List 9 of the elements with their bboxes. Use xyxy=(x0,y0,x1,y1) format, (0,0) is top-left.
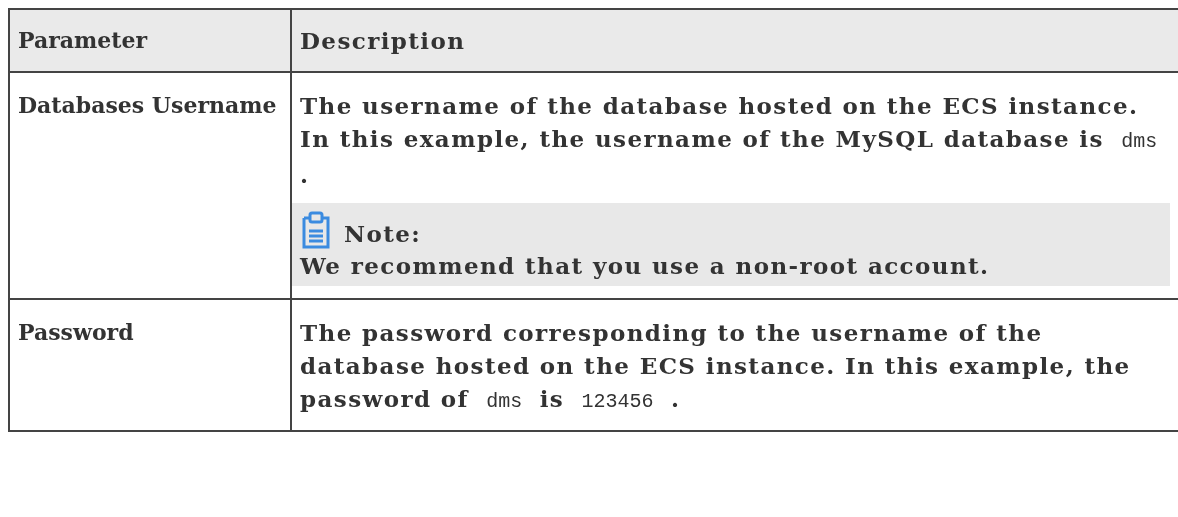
column-header: Description xyxy=(291,9,1178,72)
note-text: We recommend that you use a non-root account. xyxy=(300,251,991,281)
description-text: The password corresponding to the username of the database hosted on the ECS instance. In this example, the password of dms is 123456 . xyxy=(300,318,1132,415)
column-header: Parameter xyxy=(9,9,291,72)
parameter-cell: Password xyxy=(9,299,291,431)
note-label: Note: xyxy=(344,219,422,249)
description-text: The username of the database hosted on the ECS instance. In this example, the username of the MySQL database is dms . xyxy=(300,91,1159,190)
clipboard-icon xyxy=(300,211,332,249)
parameter-cell: Databases Username xyxy=(9,72,291,299)
